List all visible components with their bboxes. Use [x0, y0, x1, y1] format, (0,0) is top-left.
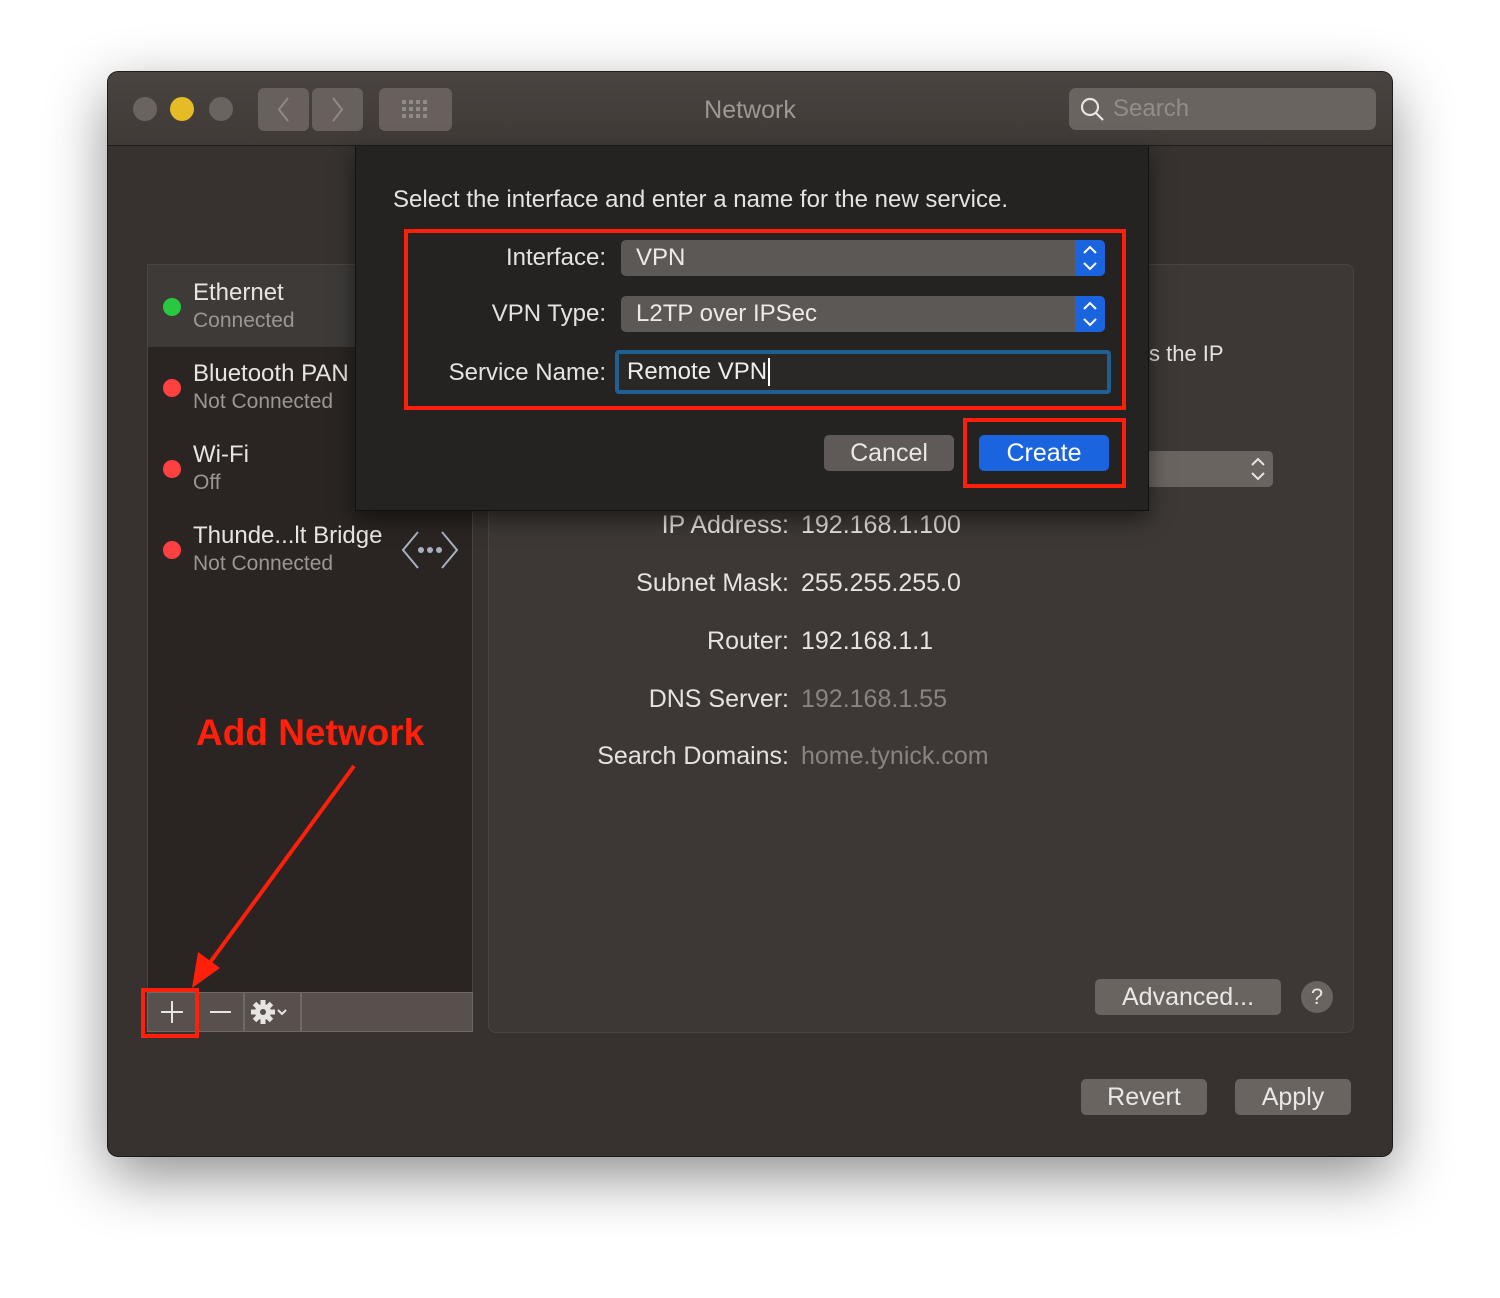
service-status: Connected — [193, 309, 295, 332]
search-domains-label: Search Domains: — [597, 742, 789, 770]
dns-server-value: 192.168.1.55 — [801, 685, 947, 713]
status-indicator — [163, 541, 181, 559]
service-status: Not Connected — [193, 552, 334, 575]
action-menu-button[interactable] — [245, 993, 302, 1031]
minus-icon — [210, 1011, 231, 1013]
service-name: Bluetooth PAN — [193, 360, 349, 387]
ip-address-label: IP Address: — [661, 511, 789, 539]
help-button[interactable]: ? — [1301, 981, 1333, 1013]
service-name: Ethernet — [193, 279, 284, 306]
ip-address-value: 192.168.1.100 — [801, 511, 961, 539]
service-item-thunderbolt-bridge[interactable]: Thunde...lt Bridge Not Connected — [148, 508, 472, 590]
highlight-box-create — [963, 418, 1126, 488]
cancel-button[interactable]: Cancel — [824, 435, 954, 471]
chevron-down-icon — [277, 1009, 287, 1016]
dns-server-label: DNS Server: — [648, 685, 789, 713]
search-field[interactable]: Search — [1069, 88, 1376, 130]
configure-ipv4-popup[interactable] — [1129, 451, 1273, 487]
network-ellipsis-icon — [401, 531, 459, 569]
apply-button[interactable]: Apply — [1235, 1079, 1351, 1115]
revert-button[interactable]: Revert — [1081, 1079, 1207, 1115]
status-indicator — [163, 298, 181, 316]
subnet-mask-value: 255.255.255.0 — [801, 569, 961, 597]
status-indicator — [163, 460, 181, 478]
service-status: Not Connected — [193, 390, 334, 413]
sheet-prompt: Select the interface and enter a name fo… — [393, 186, 1009, 213]
router-value: 192.168.1.1 — [801, 627, 934, 655]
search-icon — [1080, 97, 1104, 121]
config-description-text: s the IP — [1149, 341, 1224, 366]
advanced-button[interactable]: Advanced... — [1095, 979, 1281, 1015]
service-name: Wi-Fi — [193, 441, 249, 468]
remove-service-button[interactable] — [198, 993, 245, 1031]
search-placeholder: Search — [1113, 95, 1190, 122]
title-bar: Network Search — [108, 72, 1392, 146]
service-status: Off — [193, 471, 221, 494]
up-down-chevron-icon — [1251, 457, 1265, 481]
annotation-label: Add Network — [196, 712, 425, 753]
search-domains-value: home.tynick.com — [801, 742, 989, 770]
gear-icon — [251, 1000, 287, 1024]
service-name: Thunde...lt Bridge — [193, 522, 383, 549]
highlight-box-form — [404, 229, 1126, 410]
router-label: Router: — [707, 627, 789, 655]
highlight-box-add — [141, 988, 199, 1038]
subnet-mask-label: Subnet Mask: — [636, 569, 789, 597]
status-indicator — [163, 379, 181, 397]
